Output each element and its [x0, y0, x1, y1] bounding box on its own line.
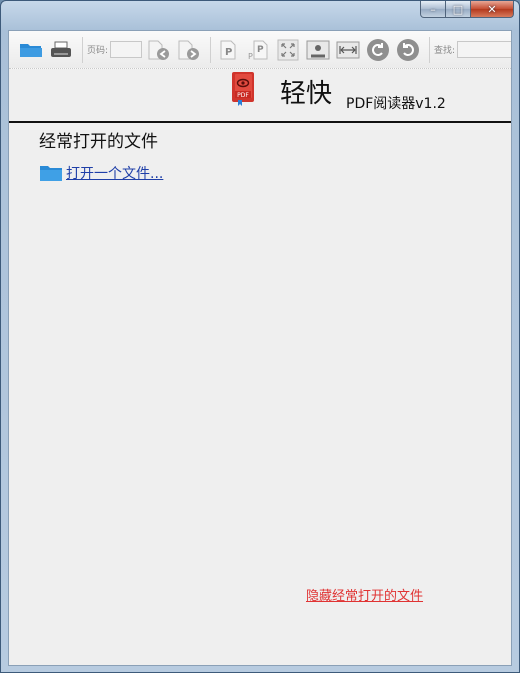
rotate-left-icon [367, 38, 390, 61]
rotate-left-button[interactable] [365, 38, 391, 62]
svg-text:P: P [248, 52, 253, 61]
fullscreen-icon [277, 39, 299, 60]
toolbar-separator [82, 36, 83, 63]
single-page-icon: P [220, 40, 236, 59]
maximize-button[interactable]: □ [446, 1, 471, 18]
folder-icon [40, 166, 62, 181]
prev-page-button[interactable] [146, 38, 172, 62]
app-subtitle: PDF阅读器v1.2 [346, 96, 446, 112]
rotate-right-button[interactable] [395, 38, 421, 62]
prev-page-icon [148, 40, 170, 60]
app-header: PDF 轻快 PDF阅读器v1.2 [9, 69, 511, 123]
title-bar[interactable]: – □ ✕ [1, 1, 519, 23]
continuous-page-view-button[interactable]: PP [245, 38, 271, 62]
svg-text:P: P [257, 45, 264, 55]
toolbar-separator [429, 36, 431, 63]
fit-page-icon [306, 40, 330, 59]
search-input[interactable] [457, 41, 511, 58]
toolbar: 页码: P PP 查找: [9, 31, 511, 69]
fit-page-button[interactable] [305, 38, 331, 62]
open-file-label[interactable]: 打开一个文件... [66, 163, 163, 183]
next-page-icon [178, 40, 200, 60]
continuous-pages-icon: PP [248, 40, 268, 61]
toolbar-separator [210, 36, 212, 63]
page-label: 页码: [87, 46, 109, 56]
folder-open-icon [20, 43, 42, 57]
pdf-book-icon: PDF [232, 72, 254, 106]
app-name: 轻快 [280, 79, 333, 109]
search-label: 查找: [434, 46, 456, 56]
rotate-right-icon [397, 38, 420, 61]
open-folder-button[interactable] [18, 38, 44, 62]
app-window: – □ ✕ 页码: P PP 查找: PDF 轻快 PDF阅读器v1.2 经常打… [0, 0, 520, 673]
client-area: 页码: P PP 查找: PDF 轻快 PDF阅读器v1.2 经常打开的文件 打… [8, 30, 512, 666]
hide-recent-files-link[interactable]: 隐藏经常打开的文件 [306, 585, 423, 604]
app-logo: PDF [232, 72, 254, 110]
fit-width-button[interactable] [335, 38, 361, 62]
page-number-input[interactable] [110, 41, 143, 58]
logo-text: PDF [237, 92, 249, 99]
print-button[interactable] [48, 38, 74, 62]
next-page-button[interactable] [176, 38, 202, 62]
svg-text:P: P [225, 47, 232, 58]
fullscreen-button[interactable] [275, 38, 301, 62]
open-file-link[interactable]: 打开一个文件... [39, 163, 163, 183]
minimize-button[interactable]: – [420, 1, 446, 18]
printer-icon [51, 41, 71, 57]
close-button[interactable]: ✕ [471, 1, 514, 18]
single-page-view-button[interactable]: P [215, 38, 241, 62]
caption-buttons: – □ ✕ [420, 1, 514, 18]
fit-width-icon [336, 41, 360, 58]
recent-files-title: 经常打开的文件 [39, 132, 158, 152]
